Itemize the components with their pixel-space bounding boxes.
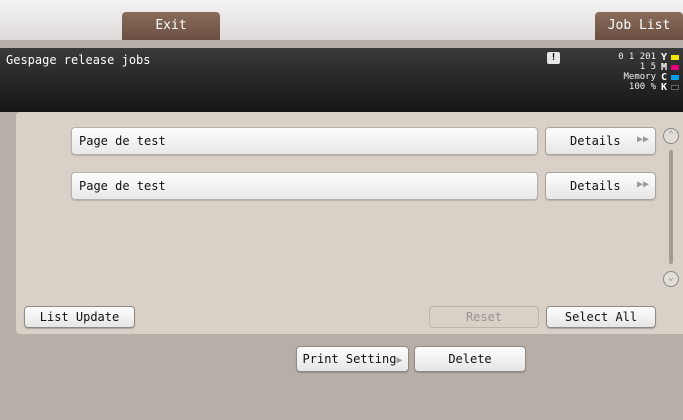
details-label: Details	[570, 134, 621, 148]
toner-letter: K	[660, 81, 668, 93]
details-button[interactable]: Details ▶▶	[545, 172, 656, 200]
toner-bar-black	[671, 84, 679, 90]
details-button[interactable]: Details ▶▶	[545, 127, 656, 155]
chevron-right-icon: ▶	[396, 355, 403, 366]
list-update-button[interactable]: List Update	[24, 306, 135, 328]
toner-yellow: Y	[659, 52, 681, 63]
screen-frame: Exit Job List Gespage release jobs ! 0 1…	[0, 0, 683, 420]
toner-magenta: M	[659, 62, 681, 73]
exit-button[interactable]: Exit	[122, 12, 220, 40]
toner-cyan: C	[659, 72, 681, 83]
toner-levels: Y M C K	[659, 52, 681, 93]
details-label: Details	[570, 179, 621, 193]
select-all-button[interactable]: Select All	[546, 306, 656, 328]
toner-black: K	[659, 81, 681, 93]
page-title: Gespage release jobs	[6, 53, 151, 67]
toner-bar-yellow	[671, 54, 679, 60]
status-line-2: 1 5	[639, 62, 656, 72]
job-row[interactable]: Page de test	[71, 172, 538, 200]
job-name: Page de test	[79, 134, 166, 148]
print-setting-button[interactable]: Print Setting▶	[296, 346, 409, 372]
scrollbar-track[interactable]	[669, 150, 673, 264]
status-line-1: 0 1 201	[618, 52, 656, 62]
top-band: Exit Job List	[0, 0, 683, 40]
print-setting-label: Print Setting	[302, 352, 397, 366]
double-chevron-right-icon: ▶▶	[636, 134, 649, 145]
header-bar: Gespage release jobs ! 0 1 201 1 5 Memor…	[0, 48, 683, 112]
toner-bar-cyan	[671, 74, 679, 80]
double-chevron-right-icon: ▶▶	[636, 179, 649, 190]
delete-button[interactable]: Delete	[414, 346, 526, 372]
memory-label: Memory	[623, 72, 656, 82]
scroll-up-icon[interactable]: ⌃	[663, 128, 679, 144]
job-list-button[interactable]: Job List	[595, 12, 683, 40]
job-row[interactable]: Page de test	[71, 127, 538, 155]
scroll-down-icon[interactable]: ⌄	[663, 271, 679, 287]
warning-icon[interactable]: !	[547, 52, 560, 64]
status-readout: 0 1 201 1 5 Memory 100 %	[618, 52, 656, 92]
memory-value: 100 %	[628, 82, 656, 92]
toner-bar-magenta	[671, 64, 679, 70]
job-name: Page de test	[79, 179, 166, 193]
reset-button[interactable]: Reset	[429, 306, 539, 328]
